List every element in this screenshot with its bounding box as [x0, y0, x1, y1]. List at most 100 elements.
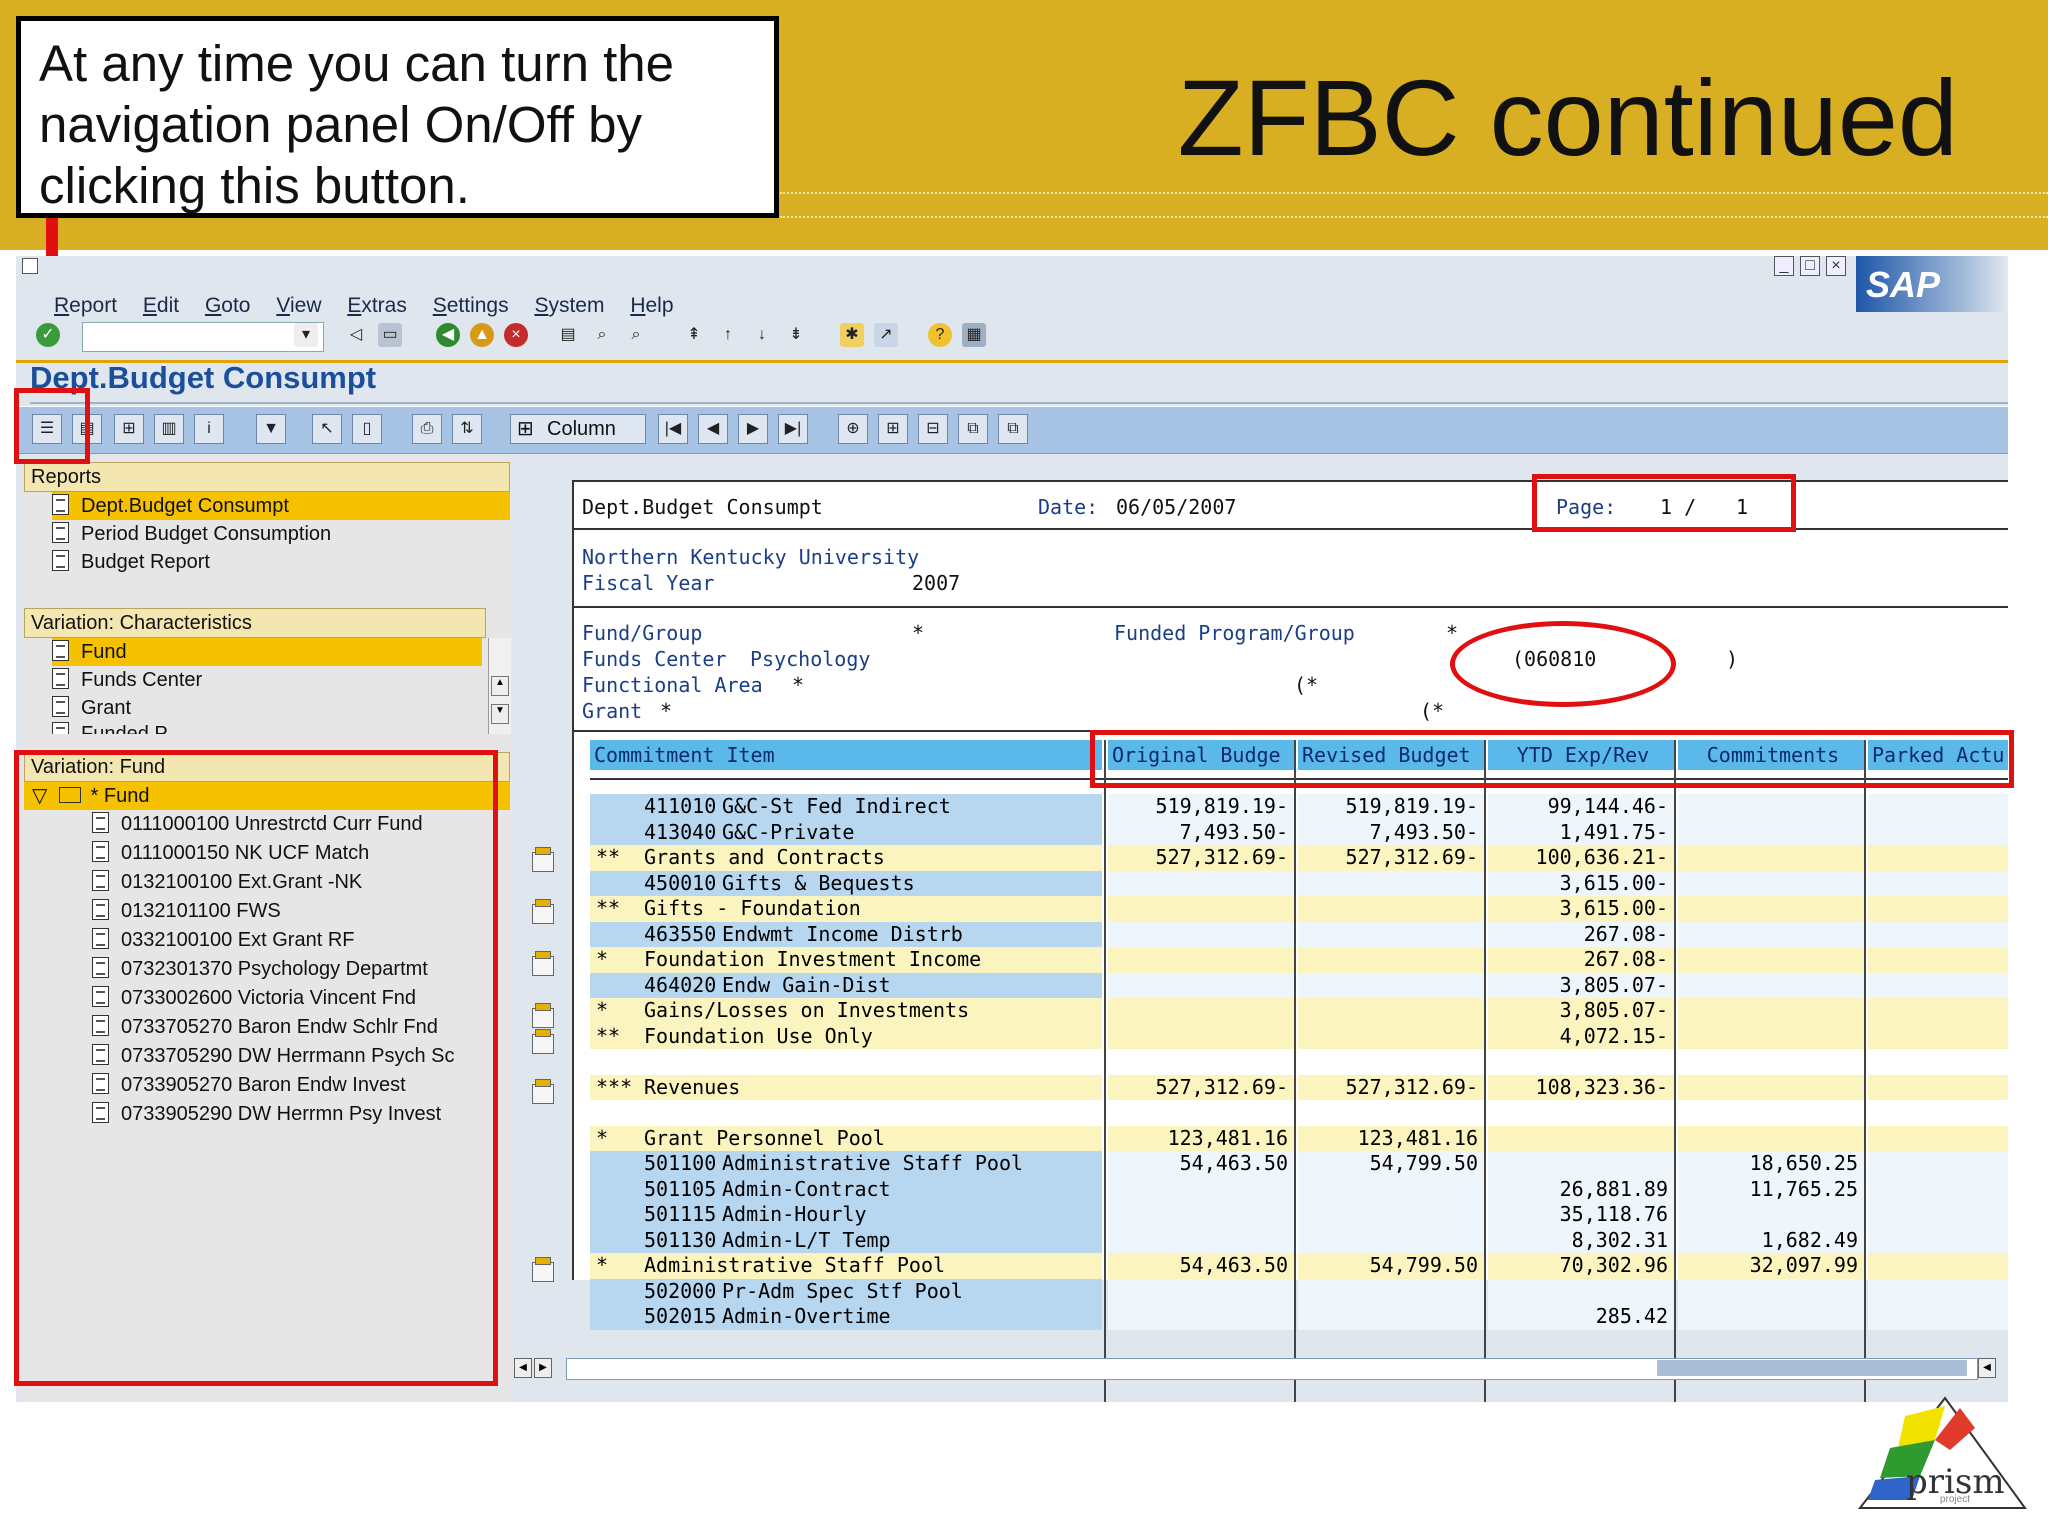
table-row[interactable]: 464020 Endw Gain-Dist 3,805.07-: [590, 972, 2008, 998]
table-row[interactable]: * Grant Personnel Pool 123,481.16 123,481.1…: [590, 1125, 2008, 1151]
cell-original-budget: [1108, 1304, 1294, 1330]
scroll-left-end-icon[interactable]: ◀: [1978, 1358, 1996, 1378]
table-row[interactable]: * Foundation Investment Income 267.08-: [590, 947, 2008, 973]
horizontal-scrollbar[interactable]: [566, 1358, 1978, 1380]
cell-parked: [1868, 1278, 2008, 1304]
cell-ytd: 3,615.00-: [1488, 870, 1674, 896]
table-row[interactable]: 501130 Admin-L/T Temp 8,302.31 1,682.49: [590, 1227, 2008, 1253]
cell-commitments: [1678, 921, 1864, 947]
cell-original-budget: [1108, 870, 1294, 896]
cell-parked: [1868, 819, 2008, 845]
cell-commitments: [1678, 1049, 1864, 1075]
scroll-thumb[interactable]: [1657, 1360, 1967, 1376]
table-row[interactable]: 501100 Administrative Staff Pool 54,463.50…: [590, 1151, 2008, 1177]
cell-revised-budget: [1298, 1176, 1484, 1202]
functional-area-label: Functional Area: [582, 673, 763, 697]
cell-commitments: 18,650.25: [1678, 1151, 1864, 1177]
table-row[interactable]: 502015 Admin-Overtime 285.42: [590, 1304, 2008, 1330]
cell-original-budget: [1108, 998, 1294, 1024]
cell-parked: [1868, 870, 2008, 896]
table-row[interactable]: 413040 G&C-Private 7,493.50- 7,493.50- 1,491…: [590, 819, 2008, 845]
table-row[interactable]: 463550 Endwmt Income Distrb 267.08-: [590, 921, 2008, 947]
cell-parked: [1868, 1151, 2008, 1177]
table-row[interactable]: [590, 1100, 2008, 1126]
table-row[interactable]: * Gains/Losses on Investments 3,805.07-: [590, 998, 2008, 1024]
scroll-left-icon[interactable]: ◀: [514, 1358, 532, 1378]
cell-ytd: [1488, 1049, 1674, 1075]
cell-revised-budget: 123,481.16: [1298, 1125, 1484, 1151]
cell-revised-budget: 54,799.50: [1298, 1151, 1484, 1177]
row-note-icon[interactable]: [532, 1079, 554, 1104]
page-highlight-box: [1532, 474, 1796, 532]
cell-commitment-item: 502015 Admin-Overtime: [590, 1304, 1102, 1330]
cell-original-budget: 527,312.69-: [1108, 845, 1294, 871]
row-note-icon[interactable]: [532, 899, 554, 924]
table-row[interactable]: 501115 Admin-Hourly 35,118.76: [590, 1202, 2008, 1228]
columns-highlight-box: [1090, 730, 2014, 788]
table-row[interactable]: * Administrative Staff Pool 54,463.50 54,79…: [590, 1253, 2008, 1279]
cell-ytd: 100,636.21-: [1488, 845, 1674, 871]
table-row[interactable]: 411010 G&C-St Fed Indirect 519,819.19- 519,…: [590, 794, 2008, 820]
column-header-commitment-item[interactable]: Commitment Item: [590, 740, 1102, 770]
organization: Northern Kentucky University: [582, 545, 920, 569]
table-row[interactable]: ** Gifts - Foundation 3,615.00-: [590, 896, 2008, 922]
cell-parked: [1868, 896, 2008, 922]
cell-original-budget: 54,463.50: [1108, 1151, 1294, 1177]
funds-center-label: Funds Center: [582, 647, 727, 671]
cell-original-budget: [1108, 1023, 1294, 1049]
cell-commitments: 32,097.99: [1678, 1253, 1864, 1279]
cell-ytd: 285.42: [1488, 1304, 1674, 1330]
cell-commitment-item: [590, 1049, 1102, 1075]
cell-original-budget: [1108, 921, 1294, 947]
row-note-icon[interactable]: [532, 1003, 554, 1028]
cell-ytd: [1488, 1125, 1674, 1151]
cell-original-budget: 519,819.19-: [1108, 794, 1294, 820]
cell-original-budget: [1108, 1100, 1294, 1126]
table-row[interactable]: ** Foundation Use Only 4,072.15-: [590, 1023, 2008, 1049]
row-note-icon[interactable]: [532, 951, 554, 976]
cell-commitment-item: *** Revenues: [590, 1074, 1102, 1100]
row-note-icon[interactable]: [532, 847, 554, 872]
cell-commitment-item: ** Grants and Contracts: [590, 845, 1102, 871]
table-row[interactable]: [590, 1049, 2008, 1075]
cell-parked: [1868, 1100, 2008, 1126]
fiscal-year: 2007: [912, 571, 961, 595]
cell-commitments: [1678, 1125, 1864, 1151]
cell-parked: [1868, 1049, 2008, 1075]
banner-divider: [780, 192, 2048, 218]
report-left-rule: [572, 480, 574, 1280]
prism-logo-subtext: project: [1940, 1494, 1971, 1505]
cell-parked: [1868, 998, 2008, 1024]
cell-ytd: 8,302.31: [1488, 1227, 1674, 1253]
column-divider: [1104, 740, 1106, 1402]
cell-parked: [1868, 1253, 2008, 1279]
cell-ytd: 1,491.75-: [1488, 819, 1674, 845]
cell-revised-budget: [1298, 998, 1484, 1024]
scroll-right-icon[interactable]: ▶: [534, 1358, 552, 1378]
row-note-icon[interactable]: [532, 1029, 554, 1054]
cell-commitments: [1678, 896, 1864, 922]
table-row[interactable]: ** Grants and Contracts 527,312.69- 527,312…: [590, 845, 2008, 871]
cell-revised-budget: [1298, 870, 1484, 896]
table-row[interactable]: 502000 Pr-Adm Spec Stf Pool: [590, 1278, 2008, 1304]
cell-commitments: [1678, 947, 1864, 973]
cell-commitment-item: 450010 Gifts & Bequests: [590, 870, 1102, 896]
cell-revised-budget: 527,312.69-: [1298, 845, 1484, 871]
cell-ytd: 35,118.76: [1488, 1202, 1674, 1228]
cell-commitment-item: 501100 Administrative Staff Pool: [590, 1151, 1102, 1177]
cell-commitment-item: 501115 Admin-Hourly: [590, 1202, 1102, 1228]
cell-original-budget: [1108, 972, 1294, 998]
table-row[interactable]: 450010 Gifts & Bequests 3,615.00-: [590, 870, 2008, 896]
cell-commitments: [1678, 819, 1864, 845]
row-note-icon[interactable]: [532, 1257, 554, 1282]
cell-commitments: [1678, 1100, 1864, 1126]
cell-commitments: [1678, 1074, 1864, 1100]
cell-original-budget: 54,463.50: [1108, 1253, 1294, 1279]
functional-area-value: *: [792, 673, 805, 697]
cell-commitment-item: 411010 G&C-St Fed Indirect: [590, 794, 1102, 820]
table-row[interactable]: *** Revenues 527,312.69- 527,312.69- 108,323…: [590, 1074, 2008, 1100]
cell-commitments: 11,765.25: [1678, 1176, 1864, 1202]
table-row[interactable]: 501105 Admin-Contract 26,881.89 11,765.25: [590, 1176, 2008, 1202]
callout-box: At any time you can turn the navigation …: [16, 16, 779, 218]
toggle-highlight-box: [14, 388, 90, 464]
